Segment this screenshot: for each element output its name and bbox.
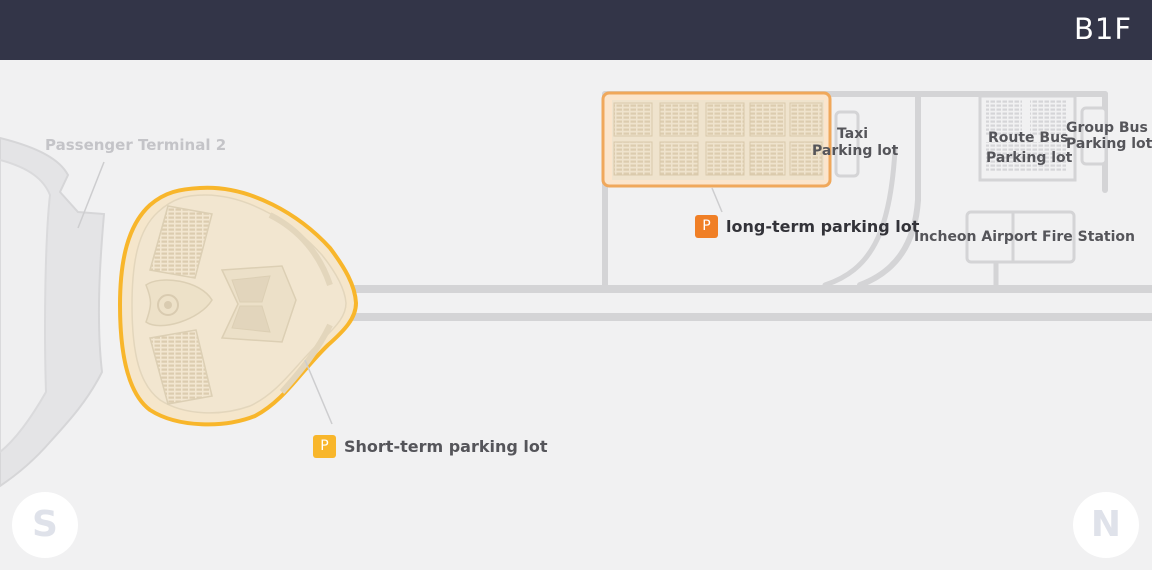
compass-south-icon: S: [12, 492, 78, 558]
map-area[interactable]: Passenger Terminal 2 Taxi Parking lot Ro…: [0, 60, 1152, 570]
terminal-building[interactable]: [0, 136, 106, 488]
floor-label: B1F: [1073, 12, 1132, 46]
compass-north-icon: N: [1073, 492, 1139, 558]
group-bus-label-line1: Group Bus: [1066, 120, 1148, 136]
long-term-leader-line: [711, 187, 723, 213]
long-term-parking-label[interactable]: P long-term parking lot: [695, 215, 919, 238]
long-term-parking-lot[interactable]: [601, 91, 832, 188]
route-bus-label-line1: Route Bus: [988, 130, 1069, 146]
taxi-label-line1: Taxi: [837, 126, 869, 142]
short-term-parking-lot[interactable]: [117, 185, 359, 427]
taxi-label-line2: Parking lot: [812, 143, 899, 159]
long-term-parking-text: long-term parking lot: [726, 217, 920, 236]
parking-badge-icon: P: [695, 215, 718, 238]
parking-badge-icon: P: [313, 435, 336, 458]
terminal-label: Passenger Terminal 2: [45, 136, 227, 154]
route-bus-label-line2: Parking lot: [986, 150, 1073, 166]
short-term-parking-label[interactable]: P Short-term parking lot: [313, 435, 548, 458]
header-bar: B1F: [0, 0, 1152, 60]
short-term-leader-line: [304, 359, 333, 425]
group-bus-label-line2: Parking lot: [1066, 136, 1152, 152]
short-term-parking-text: Short-term parking lot: [344, 437, 548, 456]
fire-station-label: Incheon Airport Fire Station: [914, 229, 1135, 245]
